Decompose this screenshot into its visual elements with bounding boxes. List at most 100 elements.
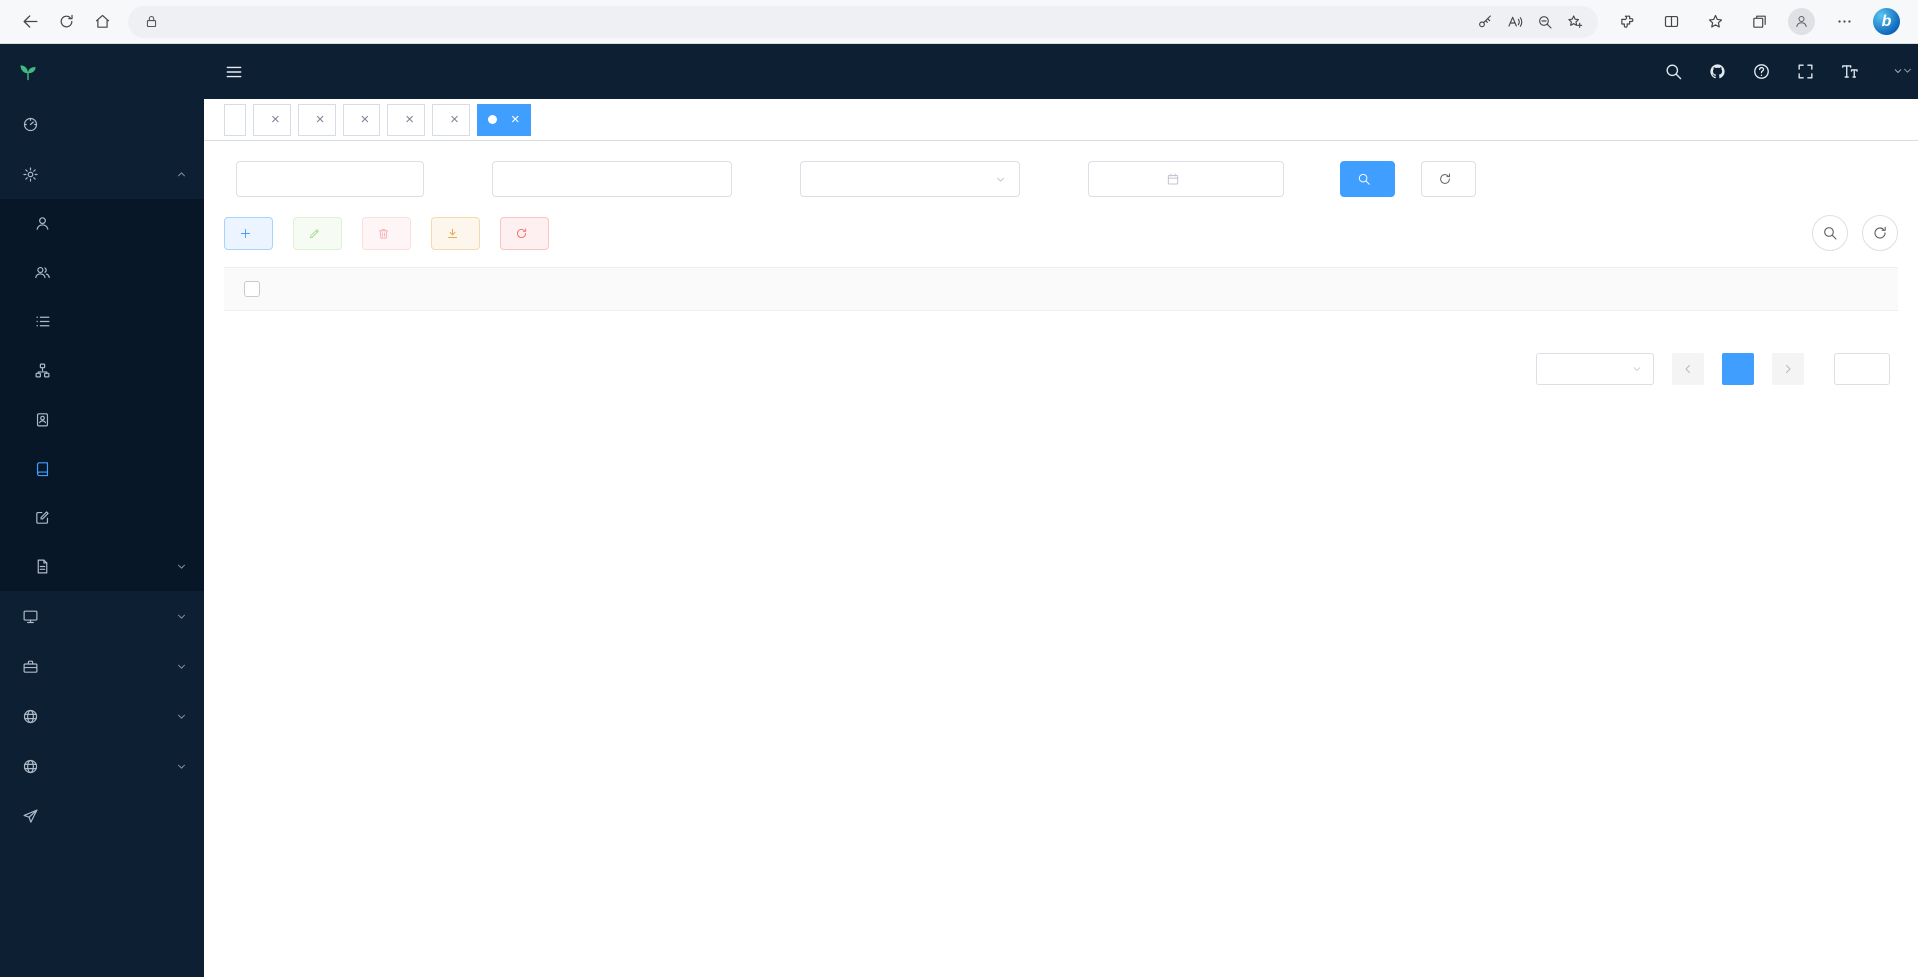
next-page-button[interactable] [1772, 353, 1804, 385]
browser-refresh-button[interactable] [48, 4, 84, 40]
dict-type-input[interactable] [492, 161, 732, 197]
current-page-button[interactable] [1722, 353, 1754, 385]
document-icon [34, 558, 51, 575]
tab-role-mgmt[interactable]: × [298, 104, 336, 136]
system-mgmt-submenu [0, 199, 204, 591]
chevron-down-icon [175, 760, 188, 773]
close-icon[interactable]: × [450, 112, 459, 127]
sidebar-item-user-mgmt[interactable] [0, 199, 204, 248]
read-aloud-icon[interactable] [1500, 8, 1530, 36]
toggle-search-button[interactable] [1812, 215, 1848, 251]
zoom-out-icon[interactable] [1530, 8, 1560, 36]
chevron-down-icon [1631, 363, 1643, 375]
settings-menu-icon[interactable] [1829, 7, 1859, 37]
sidebar-item-role-mgmt[interactable] [0, 248, 204, 297]
sidebar-item-yi-framework[interactable] [0, 791, 204, 841]
sidebar-item-menu-mgmt[interactable] [0, 297, 204, 346]
browser-actions: b [1612, 7, 1906, 37]
sidebar-item-erp[interactable] [0, 741, 204, 791]
help-icon[interactable] [1752, 62, 1771, 81]
profile-avatar[interactable] [1788, 8, 1815, 35]
tab-user-mgmt[interactable]: × [253, 104, 291, 136]
org-tree-icon [34, 362, 51, 379]
goto-page-input[interactable] [1834, 353, 1890, 385]
edge-sidebar-caret-icon[interactable] [1901, 64, 1914, 77]
copilot-bing-icon[interactable]: b [1873, 8, 1900, 35]
sidebar-menu [0, 99, 204, 841]
refresh-cache-button[interactable] [500, 217, 549, 250]
tab-dict-mgmt[interactable]: × [477, 104, 531, 136]
close-icon[interactable]: × [316, 112, 325, 127]
password-key-icon[interactable] [1470, 8, 1500, 36]
search-button[interactable] [1340, 161, 1395, 197]
reset-button[interactable] [1421, 161, 1476, 197]
sidebar-item-dept-mgmt[interactable] [0, 346, 204, 395]
close-icon[interactable]: × [405, 112, 414, 127]
page-size-select[interactable] [1536, 353, 1654, 385]
fullscreen-icon[interactable] [1796, 62, 1815, 81]
sidebar-item-system-mgmt[interactable] [0, 149, 204, 199]
chevron-down-icon [175, 560, 188, 573]
globe-icon [22, 708, 39, 725]
github-icon[interactable] [1708, 62, 1727, 81]
send-icon [22, 808, 39, 825]
favorites-icon[interactable] [1700, 7, 1730, 37]
split-screen-icon[interactable] [1656, 7, 1686, 37]
export-button[interactable] [431, 217, 480, 250]
hamburger-icon[interactable] [224, 62, 244, 82]
dict-table [224, 267, 1898, 311]
tab-post-mgmt[interactable]: × [432, 104, 470, 136]
sidebar-item-system-tools[interactable] [0, 641, 204, 691]
badge-icon [34, 411, 51, 428]
add-button[interactable] [224, 217, 273, 250]
refresh-table-button[interactable] [1862, 215, 1898, 251]
edit-button[interactable] [293, 217, 342, 250]
pagination [224, 353, 1898, 385]
date-range-picker[interactable] [1088, 161, 1284, 197]
close-icon[interactable]: × [511, 112, 520, 127]
app: × × × × × × [0, 44, 1918, 977]
browser-back-button[interactable] [12, 4, 48, 40]
active-tab-dot [488, 115, 497, 124]
font-size-icon[interactable] [1840, 62, 1859, 81]
address-bar[interactable] [128, 6, 1598, 38]
prev-page-button[interactable] [1672, 353, 1704, 385]
select-all-checkbox[interactable] [244, 281, 260, 297]
close-icon[interactable]: × [361, 112, 370, 127]
sidebar-item-home[interactable] [0, 99, 204, 149]
dict-name-input[interactable] [236, 161, 424, 197]
tab-home[interactable] [224, 104, 246, 136]
sidebar-item-dict-mgmt[interactable] [0, 444, 204, 493]
download-icon [446, 227, 459, 240]
app-header [204, 44, 1918, 99]
trash-icon [377, 227, 390, 240]
plus-icon [239, 227, 252, 240]
tab-menu-mgmt[interactable]: × [343, 104, 381, 136]
sidebar-item-log-mgmt[interactable] [0, 542, 204, 591]
browser-toolbar: b [0, 0, 1918, 44]
calendar-icon [1166, 172, 1180, 186]
list-icon [34, 313, 51, 330]
user-icon [34, 215, 51, 232]
search-icon[interactable] [1664, 62, 1683, 81]
delete-button[interactable] [362, 217, 411, 250]
gear-icon [22, 166, 39, 183]
sidebar-item-bbs[interactable] [0, 691, 204, 741]
edit-icon [308, 227, 321, 240]
add-favorite-icon[interactable] [1560, 8, 1590, 36]
sidebar-item-param-settings[interactable] [0, 493, 204, 542]
globe-icon [22, 758, 39, 775]
extensions-icon[interactable] [1612, 7, 1642, 37]
browser-home-button[interactable] [84, 4, 120, 40]
sidebar-item-post-mgmt[interactable] [0, 395, 204, 444]
tab-dept-mgmt[interactable]: × [387, 104, 425, 136]
page-content [204, 141, 1918, 977]
close-icon[interactable]: × [271, 112, 280, 127]
sidebar-item-system-monitor[interactable] [0, 591, 204, 641]
status-select[interactable] [800, 161, 1020, 197]
chevron-down-icon [994, 173, 1007, 186]
app-logo [0, 44, 204, 99]
users-icon [34, 264, 51, 281]
collections-icon[interactable] [1744, 7, 1774, 37]
filter-form [224, 161, 1898, 197]
